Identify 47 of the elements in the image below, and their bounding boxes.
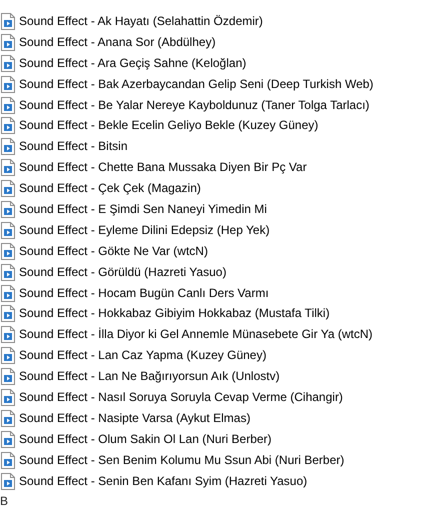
- media-file-icon: [1, 96, 15, 114]
- file-name[interactable]: Sound Effect - Çek Çek (Magazin): [19, 181, 201, 196]
- file-name[interactable]: Sound Effect - Gökte Ne Var (wtcN): [19, 244, 208, 259]
- file-name[interactable]: Sound Effect - İlla Diyor ki Gel Annemle Münasebete Gir Ya (wtcN): [19, 327, 372, 342]
- media-file-icon: [1, 452, 15, 469]
- file-name[interactable]: Sound Effect - Anana Sor (Abdülhey): [19, 34, 216, 50]
- media-file-icon: [1, 264, 15, 281]
- media-file-icon: [1, 12, 15, 30]
- file-name[interactable]: Sound Effect - Senin Ben Kafanı Syim (Hazreti Yasuo): [19, 474, 308, 489]
- file-name[interactable]: Sound Effect - Görüldü (Hazreti Yasuo): [19, 264, 226, 280]
- file-name[interactable]: Sound Effect - E Şimdi Sen Naneyi Yimedin Mi: [19, 202, 267, 217]
- file-name[interactable]: Sound Effect - Nasipte Varsa (Aykut Elmas): [19, 410, 250, 426]
- file-name[interactable]: Sound Effect - Sen Benim Kolumu Mu Ssun Abi (Nuri Berber): [19, 452, 344, 468]
- file-name[interactable]: Sound Effect - Bekle Ecelin Geliyo Bekle (Kuzey Güney): [19, 118, 318, 134]
- media-file-icon: [1, 200, 15, 218]
- file-name[interactable]: Sound Effect - Ara Geçiş Sahne (Keloğlan): [19, 56, 246, 71]
- media-file-icon: [1, 138, 15, 156]
- media-file-icon: [1, 347, 15, 364]
- file-name[interactable]: Sound Effect - Ak Hayatı (Selahattin Özdemir): [19, 14, 263, 29]
- file-name[interactable]: Sound Effect - Eyleme Dilini Edepsiz (Hep Yek): [19, 222, 270, 238]
- file-name[interactable]: Sound Effect - Bitsin: [19, 139, 128, 154]
- media-file-icon: [1, 180, 15, 198]
- file-name[interactable]: Sound Effect - Olum Sakin Ol Lan (Nuri Berber): [19, 432, 272, 447]
- media-file-icon: [1, 284, 15, 302]
- media-file-icon: [1, 305, 15, 322]
- media-file-icon: [1, 222, 15, 239]
- media-file-icon: [1, 430, 15, 448]
- media-file-icon: [1, 76, 15, 93]
- media-file-icon: [1, 242, 15, 260]
- file-name[interactable]: Sound Effect - Lan Ne Bağırıyorsun Aık (Unlostv): [19, 369, 280, 384]
- media-file-icon: [1, 326, 15, 344]
- file-name[interactable]: Sound Effect - Lan Caz Yapma (Kuzey Güney): [19, 348, 266, 364]
- media-file-icon: [1, 54, 15, 72]
- media-file-icon: [1, 368, 15, 386]
- file-name[interactable]: Sound Effect - Hokkabaz Gibiyim Hokkabaz (Mustafa Tilki): [19, 306, 330, 322]
- media-file-icon: [1, 159, 15, 176]
- media-file-icon: [1, 117, 15, 134]
- status-text: B: [0, 494, 8, 508]
- file-name[interactable]: Sound Effect - Chette Bana Mussaka Diyen Bir Pç Var: [19, 160, 307, 176]
- file-name[interactable]: Sound Effect - Be Yalar Nereye Kayboldunuz (Taner Tolga Tarlacı): [19, 98, 370, 112]
- media-file-icon: [1, 472, 15, 490]
- media-file-icon: [1, 388, 15, 406]
- file-name[interactable]: Sound Effect - Nasıl Soruya Soruyla Cevap Verme (Cihangir): [19, 390, 343, 405]
- file-name[interactable]: Sound Effect - Hocam Bugün Canlı Ders Varmı: [19, 286, 269, 301]
- file-name[interactable]: Sound Effect - Bak Azerbaycandan Gelip Seni (Deep Turkish Web): [19, 76, 374, 92]
- media-file-icon: [1, 34, 15, 51]
- media-file-icon: [1, 410, 15, 427]
